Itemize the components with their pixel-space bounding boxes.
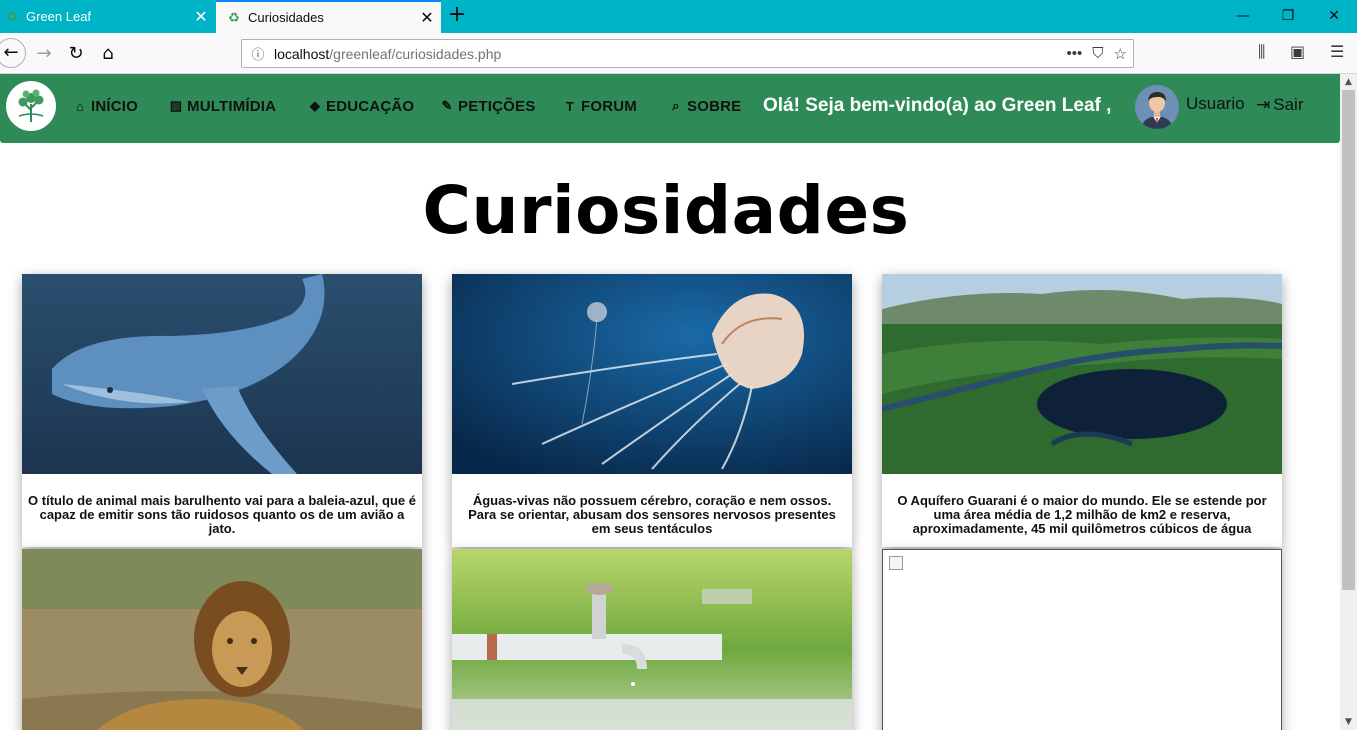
nav-multimidia[interactable]: ▨ MULTIMÍDIA [168,96,276,116]
nav-label: INÍCIO [91,97,139,115]
scroll-up-icon[interactable]: ▲ [1340,74,1357,90]
sign-out-icon: ⇥ [1256,95,1271,114]
page-title: Curiosidades [422,172,910,249]
nav-peticoes[interactable]: ✎ PETIÇÕES [439,96,535,116]
card-caption: Águas-vivas não possuem cérebro, coração… [468,493,836,536]
tree-icon [18,89,44,122]
reload-icon[interactable]: ↻ [62,40,90,68]
text-height-icon: T [565,98,575,114]
url-text[interactable]: localhost/greenleaf/curiosidades.php [274,46,1067,62]
pocket-icon[interactable]: ⛉ [1092,45,1103,63]
lion-image [22,549,422,730]
nav-label: SOBRE [687,97,742,115]
recycle-icon: ♻ [228,9,240,25]
curiosity-card: O título de animal mais barulhento vai p… [22,274,422,547]
person-icon [1135,85,1179,129]
faucet-image [452,549,852,730]
scrollbar-thumb[interactable] [1342,90,1355,590]
pencil-icon: ✎ [441,98,453,113]
logout-label: Sair [1273,95,1304,114]
minimize-icon[interactable]: — [1220,0,1266,33]
nav-label: EDUCAÇÃO [326,97,415,115]
recycle-icon: ♻ [6,8,18,24]
logout-button[interactable]: ⇥ Sair [1256,95,1303,115]
user-avatar[interactable] [1135,85,1179,129]
card-caption: O Aquífero Guarani é o maior do mundo. E… [897,493,1267,536]
curiosity-card [452,549,852,730]
forward-icon[interactable]: → [30,40,58,68]
page-viewport: ⌂ INÍCIO ▨ MULTIMÍDIA ◆ EDUCAÇÃO ✎ PETIÇ… [0,74,1340,730]
nav-inicio[interactable]: ⌂ INÍCIO [72,96,138,116]
close-tab-icon[interactable]: ✕ [187,7,215,27]
restore-icon[interactable]: ❐ [1265,0,1311,33]
curiosity-card-broken-image [882,549,1282,730]
card-caption: O título de animal mais barulhento vai p… [28,493,416,536]
username[interactable]: Usuario [1186,94,1245,114]
nav-label: FORUM [581,97,637,115]
scroll-down-icon[interactable]: ▼ [1340,714,1357,730]
aquifer-image [882,274,1282,474]
close-tab-icon[interactable]: ✕ [413,8,441,28]
url-host: localhost [274,45,330,62]
nav-educacao[interactable]: ◆ EDUCAÇÃO [307,96,414,116]
browser-tab-bar: ♻ Green Leaf ✕ ♻ Curiosidades ✕ + — ❐ ✕ [0,0,1357,33]
image-icon: ▨ [169,98,183,113]
new-tab-icon[interactable]: + [444,4,470,28]
nav-label: MULTIMÍDIA [187,97,277,115]
back-icon[interactable]: ← [0,38,26,68]
bookmark-star-icon[interactable]: ☆ [1114,45,1127,63]
tab-title: Green Leaf [26,9,92,24]
site-navbar: ⌂ INÍCIO ▨ MULTIMÍDIA ◆ EDUCAÇÃO ✎ PETIÇ… [0,74,1340,143]
sidebar-icon[interactable]: ▣ [1290,42,1305,61]
home-icon[interactable]: ⌂ [94,40,122,68]
tab-title: Curiosidades [248,10,324,25]
nav-label: PETIÇÕES [458,97,536,115]
browser-toolbar: ← → ↻ ⌂ ⓘ localhost/greenleaf/curiosidad… [0,33,1357,74]
menu-icon[interactable]: ☰ [1330,42,1344,61]
whale-image [22,274,422,474]
library-icon[interactable]: ⫼ [1258,42,1265,62]
vertical-scrollbar[interactable]: ▲ ▼ [1340,74,1357,730]
green-leaf-logo[interactable] [6,81,56,131]
curiosity-card: Águas-vivas não possuem cérebro, coração… [452,274,852,547]
curiosity-card [22,549,422,730]
info-icon[interactable]: ⓘ [242,44,274,63]
close-window-icon[interactable]: ✕ [1311,0,1357,33]
curiosity-card: O Aquífero Guarani é o maior do mundo. E… [882,274,1282,547]
home-icon: ⌂ [75,98,85,114]
welcome-message: Olá! Seja bem-vindo(a) ao Green Leaf , [763,95,1112,116]
nav-sobre[interactable]: ⌕ SOBRE [668,96,741,116]
broken-image-icon [889,556,903,570]
browser-tab-active[interactable]: ♻ Curiosidades ✕ [216,0,441,33]
url-bar[interactable]: ⓘ localhost/greenleaf/curiosidades.php •… [241,39,1134,68]
browser-tab[interactable]: ♻ Green Leaf ✕ [0,0,215,33]
jellyfish-image [452,274,852,474]
search-icon: ⌕ [672,98,680,113]
nav-forum[interactable]: T FORUM [562,96,637,116]
graduation-cap-icon: ◆ [309,98,321,113]
url-path: /greenleaf/curiosidades.php [329,45,502,62]
page-actions-icon[interactable]: ••• [1067,45,1083,63]
